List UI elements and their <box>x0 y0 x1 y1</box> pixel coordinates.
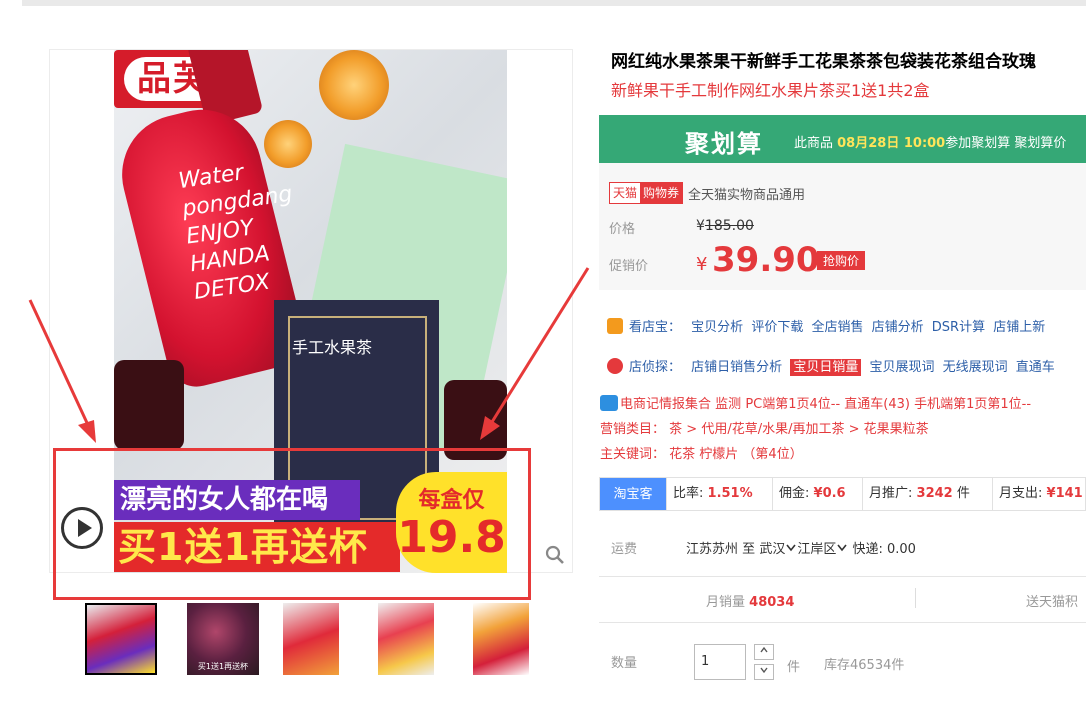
tool-link-new-items[interactable]: 店铺上新 <box>993 320 1045 335</box>
tool-link-review-download[interactable]: 评价下载 <box>751 320 803 335</box>
diantanzhen-label: 店侦探： <box>629 360 682 375</box>
tea-bag <box>114 360 184 450</box>
chevron-down-icon <box>837 544 847 552</box>
chevron-down-icon <box>760 667 768 674</box>
shipping-to: 至 <box>742 542 756 557</box>
juhuasuan-text: 此商品 08月28日 10:00参加聚划算 聚划算价 <box>794 136 1067 151</box>
thumbnail-2[interactable]: 买1送1再送杯 <box>187 603 259 675</box>
keyword-row: 主关键词： 花茶 柠檬片 （第4位） <box>600 443 803 462</box>
kandianbao-icon <box>607 318 623 334</box>
keyword-label: 主关键词： <box>600 447 666 462</box>
divider <box>915 588 916 608</box>
city-select[interactable]: 武汉 <box>759 542 797 557</box>
grab-price-tag: 抢购价 <box>817 251 866 270</box>
chevron-down-icon <box>786 544 796 552</box>
diantanzhen-icon <box>607 358 623 374</box>
stock-count: 库存46534件 <box>824 658 905 673</box>
promo-currency: ¥ <box>696 254 708 275</box>
quantity-unit: 件 <box>787 660 801 675</box>
quantity-increase-button[interactable] <box>754 644 774 660</box>
thumbnail-caption: 买1送1再送杯 <box>197 662 249 671</box>
shipping-label: 运费 <box>611 542 638 557</box>
bottle-text: Water pongdang ENJOY HANDA DETOX <box>176 160 294 305</box>
thumbnail-3[interactable] <box>283 603 339 675</box>
taobaoke-spend: 月支出: ¥141 <box>992 478 1083 510</box>
tool-link-item-daily-sales[interactable]: 宝贝日销量 <box>790 359 862 376</box>
orange-slice <box>319 50 389 120</box>
zoom-icon[interactable] <box>545 545 565 565</box>
tool-link-dsr[interactable]: DSR计算 <box>932 320 985 335</box>
price-label: 价格 <box>609 222 636 237</box>
tool-link-daily-sales[interactable]: 店铺日销售分析 <box>691 360 782 375</box>
diantanzhen-row: 店侦探： 店铺日销售分析 宝贝日销量 宝贝展现词 无线展现词 直通车 <box>607 356 1059 376</box>
divider <box>599 576 1086 577</box>
tool-link-mobile-keywords[interactable]: 无线展现词 <box>943 360 1008 375</box>
tmall-coupon-tag: 天猫 购物券 <box>609 182 684 204</box>
shipping-express: 快递: 0.00 <box>852 542 916 557</box>
top-scroll-bar <box>22 0 1086 6</box>
tmall-tag: 天猫 <box>610 183 641 203</box>
monthly-sales: 月销量 48034 <box>706 595 795 610</box>
product-title: 网红纯水果茶果干新鲜手工花果茶茶包袋装花茶组合玫瑰 <box>611 52 1036 72</box>
district-select[interactable]: 江岸区 <box>797 542 848 557</box>
product-subtitle: 新鲜果干手工制作网红水果片茶买1送1共2盒 <box>611 81 930 100</box>
taobaoke-bar: 淘宝客 比率: 1.51% 佣金: ¥0.6 月推广: 3242 件 月支出: … <box>599 477 1086 511</box>
thumbnail-4[interactable] <box>378 603 434 675</box>
taobaoke-promo: 月推广: 3242 件 <box>862 478 970 510</box>
tool-link-store-analysis[interactable]: 店铺分析 <box>872 320 924 335</box>
thumbnail-5[interactable] <box>473 603 529 675</box>
monthly-sales-value: 48034 <box>749 595 795 610</box>
ecom-pc-rank: PC端第1页4位-- <box>745 397 841 412</box>
ecom-intel-row: 电商记情报集合 监测 PC端第1页4位-- 直通车(43) 手机端第1页第1位-… <box>600 393 1031 412</box>
taobaoke-tag[interactable]: 淘宝客 <box>600 478 666 510</box>
tool-link-ztc[interactable]: 直通车 <box>1016 360 1055 375</box>
kandianbao-label: 看店宝： <box>629 320 682 335</box>
annotation-box <box>53 448 531 600</box>
chevron-up-icon <box>760 646 768 653</box>
tea-box-label: 手工水果茶 <box>292 338 373 357</box>
tmall-points: 送天猫积 <box>1026 595 1079 610</box>
ecom-icon <box>600 395 618 411</box>
tool-link-store-sales[interactable]: 全店销售 <box>811 320 863 335</box>
quantity-decrease-button[interactable] <box>754 664 774 680</box>
coupon-text: 全天猫实物商品通用 <box>688 188 806 203</box>
shipping-from: 江苏苏州 <box>686 542 739 557</box>
coupon-tag: 购物券 <box>640 183 683 203</box>
category-label: 营销类目： <box>600 422 666 437</box>
thumbnail-1[interactable] <box>85 603 157 675</box>
original-price: ¥185.00 <box>696 218 754 234</box>
ecom-monitor-link[interactable]: 监测 <box>715 397 741 412</box>
category-path[interactable]: 茶 > 代用/花草/水果/再加工茶 > 花果果粒茶 <box>669 422 928 437</box>
category-row: 营销类目： 茶 > 代用/花草/水果/再加工茶 > 花果果粒茶 <box>600 418 929 437</box>
promo-label: 促销价 <box>609 259 649 274</box>
quantity-input[interactable]: 1 <box>694 644 746 680</box>
ecom-intel-title[interactable]: 电商记情报集合 <box>620 397 711 412</box>
juhuasuan-banner: 聚划算 此商品 08月28日 10:00参加聚划算 聚划算价 <box>599 115 1086 163</box>
shipping-info: 江苏苏州 至 武汉 江岸区 快递: 0.00 <box>686 538 916 557</box>
ecom-mobile-rank: 直通车(43) 手机端第1页第1位-- <box>844 397 1032 412</box>
keyword-value: 花茶 柠檬片 （第4位） <box>669 447 803 462</box>
divider <box>599 622 1086 623</box>
taobaoke-rate: 比率: 1.51% <box>666 478 753 510</box>
kandianbao-row: 看店宝： 宝贝分析 评价下载 全店销售 店铺分析 DSR计算 店铺上新 <box>607 316 1049 335</box>
tool-link-item-keywords[interactable]: 宝贝展现词 <box>869 360 934 375</box>
juhuasuan-logo: 聚划算 <box>685 130 763 158</box>
taobaoke-commission: 佣金: ¥0.6 <box>772 478 846 510</box>
juhuasuan-date: 08月28日 10:00 <box>837 136 946 151</box>
promo-price: 39.90 <box>712 240 820 280</box>
quantity-label: 数量 <box>611 656 638 671</box>
tool-link-baobei-analysis[interactable]: 宝贝分析 <box>691 320 743 335</box>
